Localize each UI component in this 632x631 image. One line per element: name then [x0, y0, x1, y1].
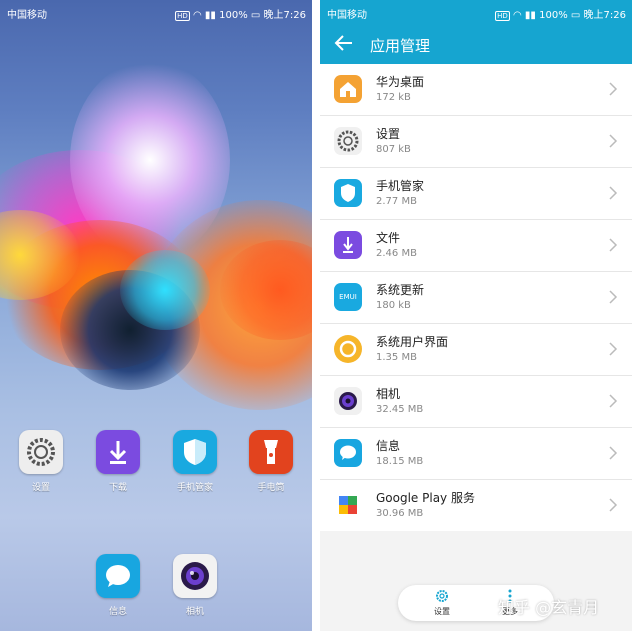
app-size: 180 kB — [376, 300, 411, 311]
app-size: 807 kB — [376, 144, 411, 155]
settings-icon — [19, 430, 63, 474]
shield-icon — [334, 179, 362, 207]
app-name: 相机 — [376, 387, 401, 401]
app-name: 手机管家 — [376, 179, 425, 193]
signal-icon: ▮▮ — [204, 10, 216, 21]
app-name: 信息 — [376, 439, 401, 453]
app-name: Google Play 服务 — [376, 491, 475, 505]
clock: 晚上7:26 — [583, 10, 626, 21]
puzzle-icon — [334, 491, 362, 519]
app-label: 下载 — [108, 483, 127, 493]
hd-icon: HD — [495, 11, 510, 21]
download-icon — [334, 231, 362, 259]
app-bar: 中国移动 HD ◠ ▮▮ 100% ▭ 晚上7:26 应用管理 — [320, 0, 632, 64]
chevron-right-icon — [609, 446, 618, 460]
app-size: 18.15 MB — [376, 456, 424, 467]
carrier-label: 中国移动 — [327, 10, 367, 21]
gear-icon — [436, 590, 448, 602]
status-right: HD ◠ ▮▮ 100% ▭ 晚上7:26 — [495, 6, 626, 21]
chevron-right-icon — [609, 498, 618, 512]
app-flashlight[interactable]: 手电筒 — [241, 430, 301, 493]
list-item[interactable]: 相机 32.45 MB — [320, 376, 632, 428]
wifi-icon: ◠ — [192, 10, 202, 21]
status-right: HD ◠ ▮▮ 100% ▭ 晚上7:26 — [175, 6, 306, 21]
list-item[interactable]: 文件 2.46 MB — [320, 220, 632, 272]
app-label: 相机 — [185, 607, 204, 617]
page-title: 应用管理 — [370, 37, 431, 55]
list-item[interactable]: EMUI 系统更新 180 kB — [320, 272, 632, 324]
shield-icon — [173, 430, 217, 474]
app-name: 华为桌面 — [376, 75, 425, 89]
app-name: 系统更新 — [376, 283, 425, 297]
download-icon — [96, 430, 140, 474]
battery-percent: 100% — [219, 10, 248, 21]
message-icon — [96, 554, 140, 598]
chevron-right-icon — [609, 290, 618, 304]
battery-icon: ▭ — [570, 10, 581, 21]
camera-icon — [173, 554, 217, 598]
chevron-right-icon — [609, 134, 618, 148]
signal-icon: ▮▮ — [524, 10, 536, 21]
chevron-right-icon — [609, 342, 618, 356]
chevron-right-icon — [609, 394, 618, 408]
emui-icon: EMUI — [334, 283, 362, 311]
app-size: 2.46 MB — [376, 248, 417, 259]
app-size: 172 kB — [376, 92, 411, 103]
back-arrow-icon[interactable] — [334, 33, 354, 53]
home-icon — [334, 75, 362, 103]
settings-icon — [334, 127, 362, 155]
app-size: 32.45 MB — [376, 404, 424, 415]
list-item[interactable]: Google Play 服务 30.96 MB — [320, 480, 632, 531]
clock: 晚上7:26 — [263, 10, 306, 21]
settings-button[interactable]: 设置 — [420, 588, 464, 617]
list-item[interactable]: 信息 18.15 MB — [320, 428, 632, 480]
battery-icon: ▭ — [250, 10, 261, 21]
list-item[interactable]: 手机管家 2.77 MB — [320, 168, 632, 220]
app-label: 手电筒 — [257, 483, 285, 493]
app-download[interactable]: 下载 — [88, 430, 148, 493]
app-name: 文件 — [376, 231, 401, 245]
status-bar: 中国移动 HD ◠ ▮▮ 100% ▭ 晚上7:26 — [0, 0, 312, 24]
wifi-icon: ◠ — [512, 10, 522, 21]
carrier-label: 中国移动 — [7, 10, 47, 21]
home-screen: 中国移动 HD ◠ ▮▮ 100% ▭ 晚上7:26 设置 下载 手机管家 手电… — [0, 0, 312, 631]
settings-button-label: 设置 — [434, 607, 450, 616]
app-list: 华为桌面 172 kB 设置 807 kB 手机管家 2.77 MB 文件 2.… — [320, 64, 632, 531]
chevron-right-icon — [609, 186, 618, 200]
app-label: 手机管家 — [176, 483, 213, 493]
battery-percent: 100% — [539, 10, 568, 21]
message-icon — [334, 439, 362, 467]
app-name: 设置 — [376, 127, 401, 141]
watermark-text: 知乎 @玄青月 — [498, 598, 600, 617]
app-size: 30.96 MB — [376, 508, 424, 519]
app-label: 信息 — [108, 607, 127, 617]
app-settings[interactable]: 设置 — [11, 430, 71, 493]
chevron-right-icon — [609, 238, 618, 252]
flashlight-icon — [249, 430, 293, 474]
camera-icon — [334, 387, 362, 415]
circle-icon — [334, 335, 362, 363]
app-manager-screen: 中国移动 HD ◠ ▮▮ 100% ▭ 晚上7:26 应用管理 华为桌面 172… — [320, 0, 632, 631]
app-camera[interactable]: 相机 — [165, 554, 225, 617]
list-item[interactable]: 华为桌面 172 kB — [320, 64, 632, 116]
chevron-right-icon — [609, 82, 618, 96]
app-phone-manager[interactable]: 手机管家 — [165, 430, 225, 493]
app-messages[interactable]: 信息 — [88, 554, 148, 617]
app-size: 1.35 MB — [376, 352, 417, 363]
app-size: 2.77 MB — [376, 196, 417, 207]
app-label: 设置 — [31, 483, 50, 493]
app-name: 系统用户界面 — [376, 335, 449, 349]
hd-icon: HD — [175, 11, 190, 21]
list-item[interactable]: 系统用户界面 1.35 MB — [320, 324, 632, 376]
status-bar: 中国移动 HD ◠ ▮▮ 100% ▭ 晚上7:26 — [320, 0, 632, 24]
list-item[interactable]: 设置 807 kB — [320, 116, 632, 168]
